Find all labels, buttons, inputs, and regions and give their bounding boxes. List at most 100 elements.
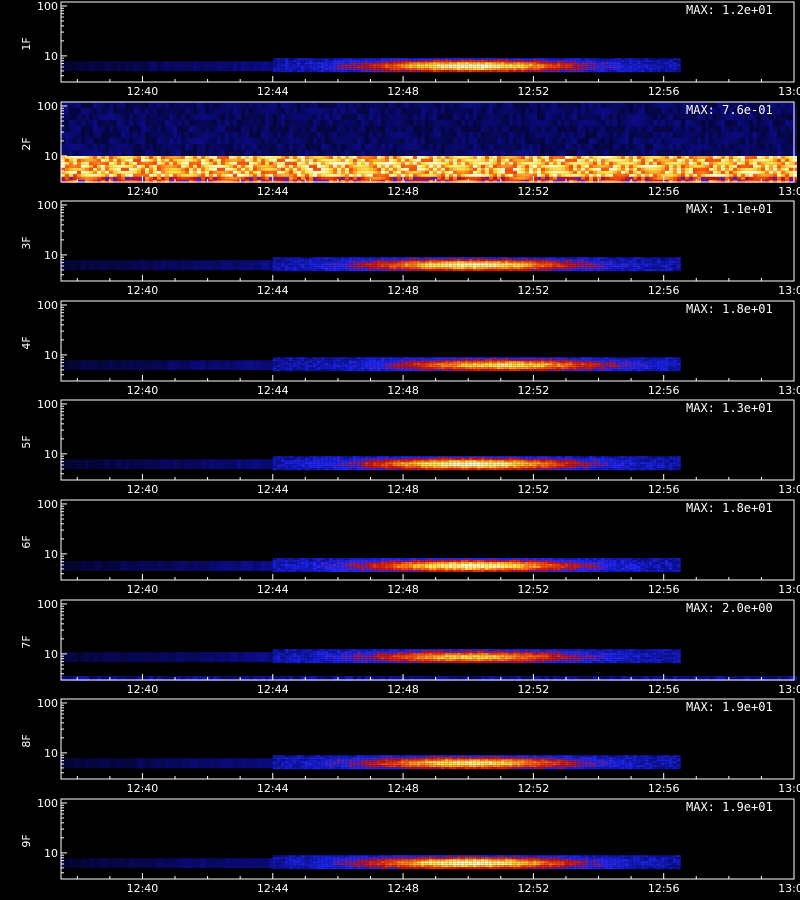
panel-1F: 10 100 12:40 12:44 12:48 12:52 12:56 13:00 1F MAX…	[20, 0, 800, 98]
y-tick-label: 100	[37, 697, 58, 710]
x-tick-label: 12:40	[127, 882, 159, 895]
x-tick-label: 12:40	[127, 85, 159, 98]
x-tick-label: 12:56	[648, 782, 680, 795]
x-tick-label: 12:44	[257, 683, 289, 696]
y-tick-label: 10	[44, 249, 58, 262]
x-tick-label: 12:48	[387, 185, 419, 198]
x-tick-label: 12:56	[648, 384, 680, 397]
panel-2F: 10 100 12:40 12:44 12:48 12:52 12:56 13:00 2F MAX…	[20, 100, 800, 198]
y-tick-label: 10	[44, 50, 58, 63]
max-annotation: MAX: 1.3e+01	[686, 401, 773, 415]
x-tick-label: 12:48	[387, 483, 419, 496]
x-tick-label: 12:48	[387, 85, 419, 98]
max-annotation: MAX: 1.2e+01	[686, 3, 773, 17]
x-tick-label: 12:40	[127, 483, 159, 496]
panel-8F: 10 100 12:40 12:44 12:48 12:52 12:56 13:00 8F MAX…	[20, 697, 800, 795]
panel-label: 4F	[20, 336, 33, 349]
max-annotation: MAX: 1.8e+01	[686, 501, 773, 515]
x-tick-label: 12:56	[648, 185, 680, 198]
y-tick-label: 100	[37, 498, 58, 511]
x-tick-label: 12:48	[387, 882, 419, 895]
x-tick-label: 12:44	[257, 583, 289, 596]
x-tick-label: 12:52	[518, 882, 550, 895]
y-tick-label: 100	[37, 199, 58, 212]
heatmap-3F	[61, 257, 681, 272]
panel-5F: 10 100 12:40 12:44 12:48 12:52 12:56 13:00 5F MAX…	[20, 398, 800, 496]
y-tick-label: 10	[44, 349, 58, 362]
panel-3F: 10 100 12:40 12:44 12:48 12:52 12:56 13:00 3F MAX…	[20, 199, 800, 297]
x-tick-label: 12:56	[648, 483, 680, 496]
x-tick-label: 12:48	[387, 583, 419, 596]
x-tick-label: 12:44	[257, 782, 289, 795]
y-tick-label: 100	[37, 100, 58, 113]
y-tick-label: 100	[37, 398, 58, 411]
x-tick-label: 13:00	[778, 384, 800, 397]
panel-label: 8F	[20, 734, 33, 747]
heatmap-7F	[61, 649, 797, 682]
x-tick-label: 12:52	[518, 384, 550, 397]
x-tick-label: 13:00	[778, 483, 800, 496]
panel-label: 9F	[20, 834, 33, 847]
x-tick-label: 12:52	[518, 782, 550, 795]
max-annotation: MAX: 7.6e-01	[686, 103, 773, 117]
x-tick-label: 13:00	[778, 185, 800, 198]
heatmap-1F	[61, 58, 681, 73]
x-tick-label: 12:48	[387, 782, 419, 795]
x-tick-label: 12:56	[648, 284, 680, 297]
x-tick-label: 12:48	[387, 284, 419, 297]
x-tick-label: 13:00	[778, 882, 800, 895]
max-annotation: MAX: 1.8e+01	[686, 302, 773, 316]
panel-label: 1F	[20, 37, 33, 50]
x-tick-label: 12:44	[257, 483, 289, 496]
panel-6F: 10 100 12:40 12:44 12:48 12:52 12:56 13:00 6F MAX…	[20, 498, 800, 596]
panel-label: 7F	[20, 635, 33, 648]
x-tick-label: 12:40	[127, 384, 159, 397]
y-tick-label: 10	[44, 747, 58, 760]
panel-label: 2F	[20, 137, 33, 150]
x-tick-label: 12:40	[127, 284, 159, 297]
axes-frame	[60, 599, 795, 681]
x-tick-label: 12:44	[257, 85, 289, 98]
x-tick-label: 12:52	[518, 583, 550, 596]
x-tick-label: 13:00	[778, 583, 800, 596]
x-tick-label: 13:00	[778, 782, 800, 795]
x-tick-label: 13:00	[778, 85, 800, 98]
heatmap-5F	[61, 456, 681, 471]
spectrogram-figure: 10 100 12:40 12:44 12:48 12:52 12:56 13:00 1F MAX…	[0, 0, 800, 900]
x-tick-label: 12:52	[518, 483, 550, 496]
x-tick-label: 12:48	[387, 683, 419, 696]
x-tick-label: 12:52	[518, 683, 550, 696]
panel-9F: 10 100 12:40 12:44 12:48 12:52 12:56 13:00 9F MAX…	[20, 797, 800, 895]
figure-svg: 10 100 12:40 12:44 12:48 12:52 12:56 13:00 1F MAX…	[20, 0, 800, 895]
x-tick-label: 12:56	[648, 583, 680, 596]
y-tick-label: 10	[44, 648, 58, 661]
y-tick-label: 10	[44, 548, 58, 561]
max-annotation: MAX: 1.9e+01	[686, 800, 773, 814]
x-tick-label: 12:44	[257, 882, 289, 895]
x-tick-label: 12:56	[648, 882, 680, 895]
y-tick-label: 100	[37, 797, 58, 810]
y-tick-label: 100	[37, 299, 58, 312]
max-annotation: MAX: 1.1e+01	[686, 202, 773, 216]
x-tick-label: 12:44	[257, 185, 289, 198]
heatmap-4F	[61, 357, 681, 372]
x-tick-label: 12:40	[127, 782, 159, 795]
max-annotation: MAX: 2.0e+00	[686, 601, 773, 615]
x-tick-label: 12:56	[648, 85, 680, 98]
panel-label: 5F	[20, 435, 33, 448]
heatmap-6F	[61, 557, 681, 572]
max-annotation: MAX: 1.9e+01	[686, 700, 773, 714]
x-tick-label: 13:00	[778, 284, 800, 297]
x-tick-label: 12:56	[648, 683, 680, 696]
y-tick-label: 100	[37, 598, 58, 611]
heatmap-9F	[61, 855, 681, 870]
panel-label: 3F	[20, 236, 33, 249]
panel-4F: 10 100 12:40 12:44 12:48 12:52 12:56 13:00 4F MAX…	[20, 299, 800, 397]
x-tick-label: 12:44	[257, 284, 289, 297]
x-tick-label: 12:44	[257, 384, 289, 397]
x-tick-label: 12:52	[518, 85, 550, 98]
heatmap-8F	[61, 755, 681, 770]
x-tick-label: 12:40	[127, 683, 159, 696]
x-tick-label: 12:48	[387, 384, 419, 397]
panel-label: 6F	[20, 535, 33, 548]
